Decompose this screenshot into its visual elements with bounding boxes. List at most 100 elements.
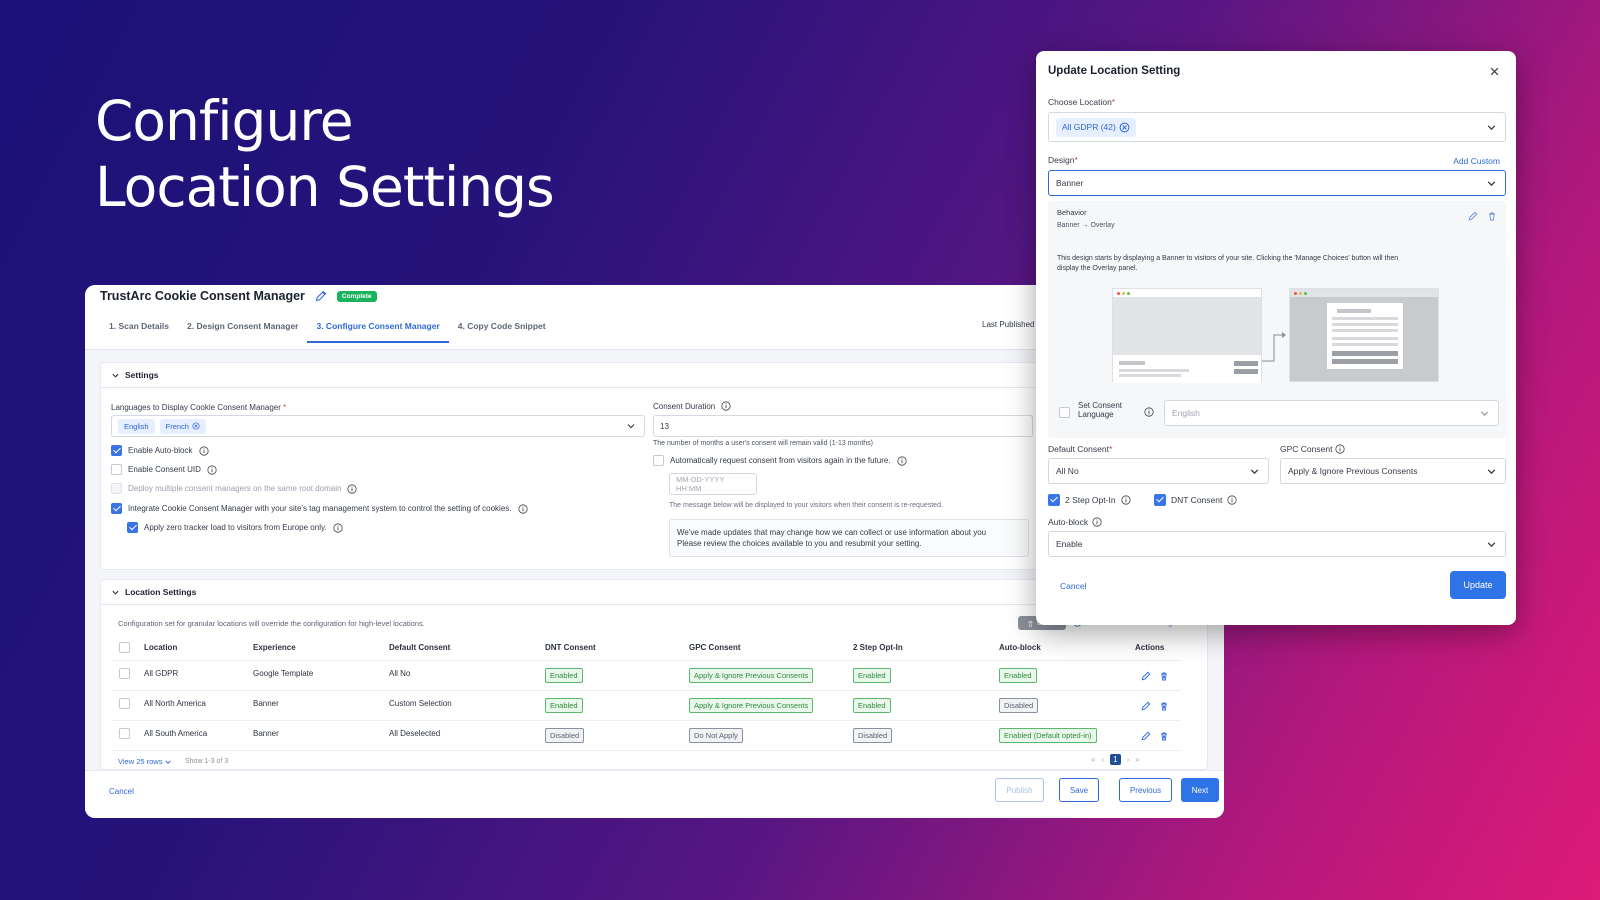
reconsent-message-box[interactable]: We've made updates that may change how w… [669,519,1029,557]
info-icon[interactable] [721,401,731,411]
deploy-multiple-checkbox[interactable] [111,483,122,494]
gpc-consent-label-row: GPC Consent [1280,444,1346,454]
dnt-consent-checkbox[interactable] [1154,494,1166,506]
modal-cancel-link[interactable]: Cancel [1060,581,1086,591]
edit-icon[interactable] [1141,701,1151,711]
choose-location-label-text: Choose Location [1048,97,1112,107]
zero-tracker-checkbox[interactable] [127,522,138,533]
dnt-consent-row: DNT Consent [1154,494,1237,506]
auto-request-checkbox[interactable] [653,455,664,466]
last-page-icon[interactable]: » [1135,755,1139,764]
previous-button[interactable]: Previous [1119,778,1172,802]
info-icon[interactable] [347,483,358,494]
enable-autoblock-checkbox[interactable] [111,445,122,456]
info-icon[interactable] [1335,444,1346,454]
autoblock-label-row: Auto-block [1048,517,1102,527]
consent-language-select[interactable]: English [1164,400,1499,426]
row-checkbox[interactable] [119,667,130,679]
table-row: All North America Banner Custom Selectio… [111,691,1181,721]
info-icon[interactable] [1227,495,1237,505]
integrate-tag-manager-row: Integrate Cookie Consent Manager with yo… [111,503,528,514]
page-current[interactable]: 1 [1110,754,1121,765]
enable-autoblock-label: Enable Auto-block [128,446,193,455]
trash-icon[interactable] [1159,671,1169,681]
edit-icon[interactable] [1141,671,1151,681]
location-settings-title: Location Settings [125,587,197,597]
cancel-link[interactable]: Cancel [109,787,134,796]
remove-chip-icon[interactable] [192,422,200,430]
design-value: Banner [1056,178,1084,188]
publish-button[interactable]: Publish [995,778,1044,802]
table-row: All South America Banner All Deselected … [111,721,1181,751]
trash-icon[interactable] [1159,701,1169,711]
date-placeholder: MM-DD-YYYY HH:MM [676,475,725,493]
chevron-down-icon [1487,124,1496,130]
language-chip-french: French [159,418,206,434]
view-rows-dropdown[interactable]: View 25 rows [118,757,172,766]
behavior-panel: Behavior Banner → Overlay This design st… [1048,201,1506,438]
column-two-step: 2 Step Opt-In [853,643,903,652]
info-icon[interactable] [332,522,343,533]
app-title-row: TrustArc Cookie Consent Manager Complete [100,289,377,303]
autoblock-label: Auto-block [1048,517,1089,527]
next-button[interactable]: Next [1181,778,1219,802]
add-custom-link[interactable]: Add Custom [1453,156,1500,166]
status-badge: Complete [336,290,377,302]
prev-page-icon[interactable]: ‹ [1101,755,1104,764]
update-location-setting-modal: Update Location Setting Choose Location*… [1036,51,1516,625]
cell-experience: Google Template [253,668,314,678]
info-icon[interactable] [517,503,528,514]
enable-consent-uid-checkbox[interactable] [111,464,122,475]
behavior-label: Behavior [1057,208,1087,217]
edit-behavior-icon[interactable] [1468,211,1478,221]
row-actions [1141,691,1169,720]
info-icon[interactable] [207,464,217,475]
dnt-status-badge: Enabled [545,668,583,683]
trash-icon[interactable] [1159,731,1169,741]
behavior-description-line-1: This design starts by displaying a Banne… [1057,255,1399,262]
remove-chip-icon[interactable] [1119,122,1130,133]
cell-default-consent: All No [389,668,411,678]
auto-request-row: Automatically request consent from visit… [653,455,907,466]
save-button[interactable]: Save [1059,778,1099,802]
autoblock-select[interactable]: Enable [1048,531,1506,557]
info-icon[interactable] [1120,495,1131,505]
row-checkbox[interactable] [119,727,130,739]
column-experience: Experience [253,643,296,652]
deploy-multiple-row: Deploy multiple consent managers on the … [111,483,358,494]
tab-scan-details[interactable]: 1. Scan Details [100,313,178,343]
last-published: Last Published [982,320,1035,329]
consent-duration-input[interactable]: 13 [653,415,1033,437]
first-page-icon[interactable]: « [1091,755,1095,764]
default-consent-select[interactable]: All No [1048,458,1269,484]
gpc-consent-select[interactable]: Apply & Ignore Previous Consents [1280,458,1506,484]
deploy-multiple-label: Deploy multiple consent managers on the … [128,484,342,493]
select-all-checkbox[interactable] [119,642,130,653]
info-icon[interactable] [896,455,907,466]
two-step-status-badge: Enabled [853,668,891,683]
info-icon[interactable] [198,445,209,456]
next-page-icon[interactable]: › [1127,755,1130,764]
edit-icon[interactable] [1141,731,1151,741]
tab-configure-consent-manager[interactable]: 3. Configure Consent Manager [307,313,449,343]
tab-copy-code-snippet[interactable]: 4. Copy Code Snippet [449,313,555,343]
row-actions [1141,721,1169,750]
two-step-checkbox[interactable] [1048,494,1060,506]
chevron-down-icon [1487,180,1496,186]
update-button[interactable]: Update [1450,571,1506,599]
design-select[interactable]: Banner [1048,170,1506,196]
close-icon[interactable] [1489,66,1500,77]
set-language-checkbox[interactable] [1059,407,1070,418]
date-input[interactable]: MM-DD-YYYY HH:MM [669,473,757,495]
column-default-consent: Default Consent [389,643,451,652]
info-icon[interactable] [1092,517,1102,527]
row-checkbox[interactable] [119,697,130,709]
choose-location-select[interactable]: All GDPR (42) [1048,112,1506,142]
integrate-tag-manager-checkbox[interactable] [111,503,122,514]
tab-design-consent-manager[interactable]: 2. Design Consent Manager [178,313,307,343]
trash-icon[interactable] [1487,211,1497,221]
info-icon[interactable] [1144,407,1154,417]
two-step-label: 2 Step Opt-In [1065,495,1116,505]
languages-select[interactable]: English French [111,415,645,437]
edit-title-icon[interactable] [315,290,327,302]
